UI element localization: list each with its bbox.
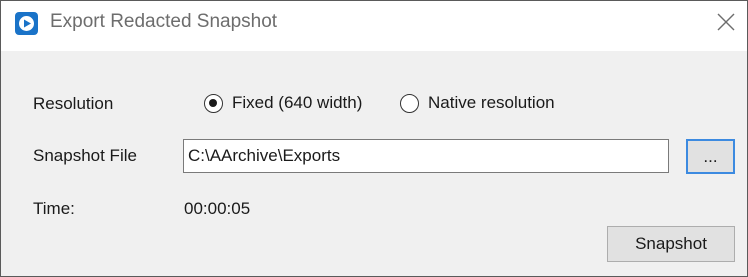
close-icon[interactable] — [715, 11, 737, 33]
play-logo-icon — [15, 12, 38, 35]
time-label: Time: — [33, 199, 75, 218]
radio-fixed-640[interactable]: Fixed (640 width) — [204, 93, 362, 113]
resolution-label: Resolution — [33, 94, 114, 113]
browse-button[interactable]: ... — [686, 139, 735, 174]
title-bar: Export Redacted Snapshot — [1, 1, 747, 51]
radio-native-label: Native resolution — [428, 93, 555, 112]
window-title: Export Redacted Snapshot — [50, 11, 278, 32]
export-dialog: Export Redacted Snapshot Resolution Fixe… — [0, 0, 748, 277]
radio-fixed-label: Fixed (640 width) — [232, 93, 363, 112]
radio-native-resolution[interactable]: Native resolution — [400, 93, 555, 113]
snapshot-file-label: Snapshot File — [33, 146, 137, 165]
radio-button-checked[interactable] — [204, 93, 223, 113]
snapshot-file-input[interactable] — [183, 139, 669, 173]
radio-button-unchecked[interactable] — [400, 93, 419, 113]
time-value: 00:00:05 — [184, 199, 251, 218]
snapshot-button[interactable]: Snapshot — [607, 226, 735, 262]
